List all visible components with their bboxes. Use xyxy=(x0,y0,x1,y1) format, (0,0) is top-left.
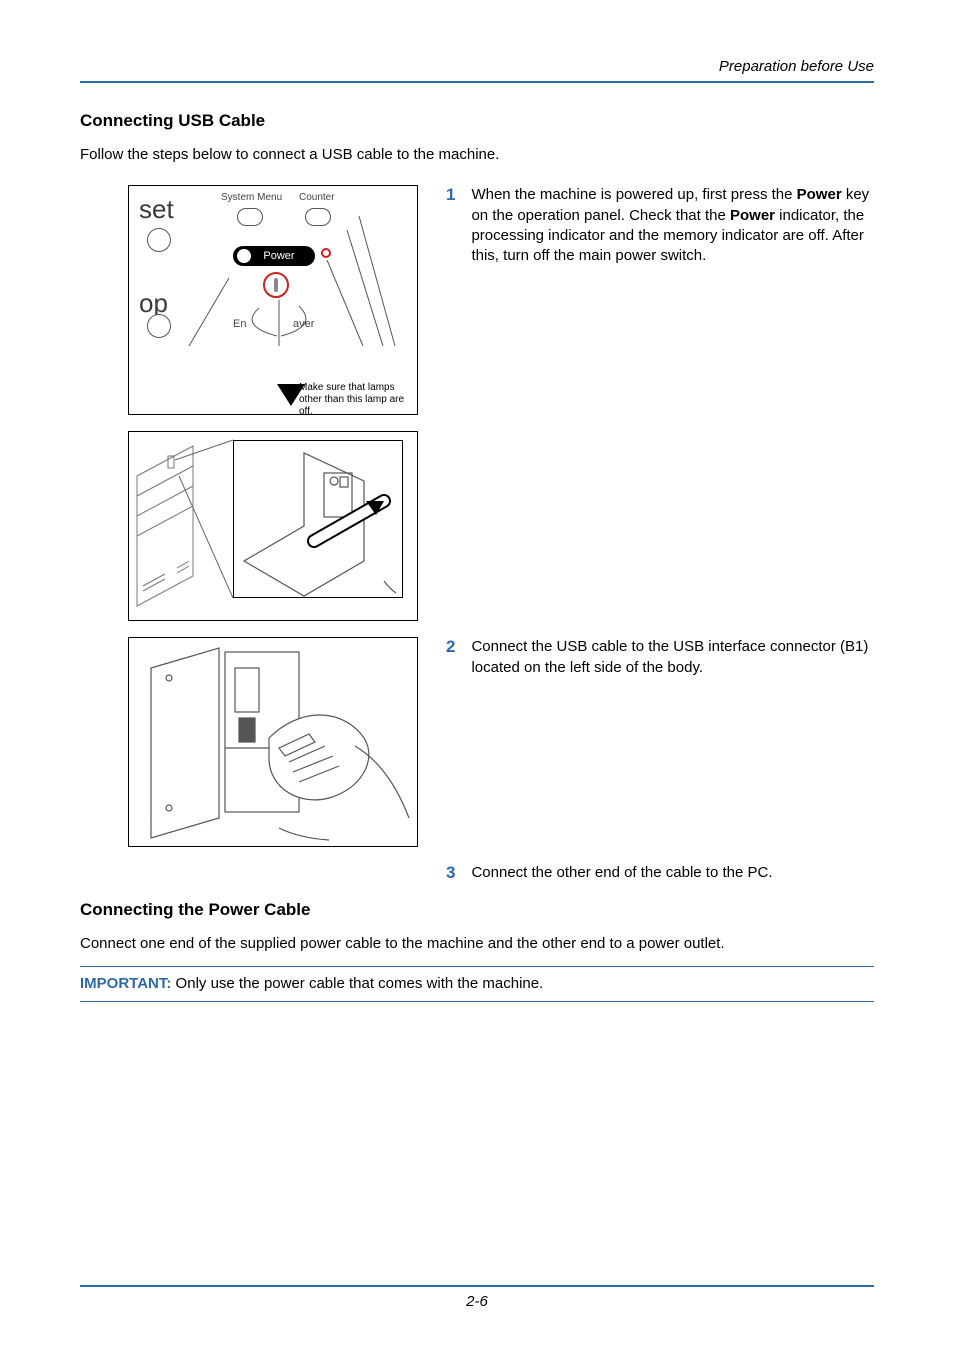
panel-text-aver: aver xyxy=(293,318,314,330)
power-led-icon xyxy=(321,248,331,258)
step-1-row: set op System Menu Counter Power En aver xyxy=(80,185,874,415)
step-3: 3 Connect the other end of the cable to … xyxy=(446,863,874,883)
section-usb-title: Connecting USB Cable xyxy=(80,111,874,131)
step-1-text: When the machine is powered up, first pr… xyxy=(471,185,874,415)
page-footer: 2-6 xyxy=(80,1285,874,1310)
panel-key-icon xyxy=(305,208,331,226)
section-usb-intro: Follow the steps below to connect a USB … xyxy=(80,145,874,165)
step-2-row: 2 Connect the USB cable to the USB inter… xyxy=(80,637,874,847)
header-rule xyxy=(80,81,874,83)
step-1-number: 1 xyxy=(446,185,455,415)
section-power-title: Connecting the Power Cable xyxy=(80,900,874,920)
important-lead: IMPORTANT: xyxy=(80,975,171,992)
usb-connect-illustration-icon xyxy=(129,638,417,846)
figure-usb-connect xyxy=(128,637,418,847)
power-button-icon xyxy=(263,272,289,298)
zoom-leader-lines-icon xyxy=(129,432,417,620)
important-text: Only use the power cable that comes with… xyxy=(171,975,543,992)
figure-panel: set op System Menu Counter Power En aver xyxy=(128,185,418,415)
panel-round-btn-icon xyxy=(147,228,171,252)
important-rule-bottom xyxy=(80,1001,874,1002)
figure-switch-row xyxy=(80,431,874,621)
step-3-number: 3 xyxy=(446,863,455,883)
section-power-intro: Connect one end of the supplied power ca… xyxy=(80,934,874,954)
panel-round-btn-icon xyxy=(147,314,171,338)
panel-text-en: En xyxy=(233,318,246,330)
panel-text-system-menu: System Menu xyxy=(221,192,282,203)
power-label-pill: Power xyxy=(233,246,315,266)
step-2: 2 Connect the USB cable to the USB inter… xyxy=(446,637,874,847)
step-3-text: Connect the other end of the cable to th… xyxy=(471,863,772,883)
panel-key-icon xyxy=(237,208,263,226)
important-rule-top xyxy=(80,966,874,967)
step-2-number: 2 xyxy=(446,637,455,847)
panel-text-set: set xyxy=(139,194,174,225)
panel-text-counter: Counter xyxy=(299,192,335,203)
page-number: 2-6 xyxy=(80,1293,874,1310)
footer-rule xyxy=(80,1285,874,1287)
step-3-row: 3 Connect the other end of the cable to … xyxy=(80,863,874,883)
step-1: 1 When the machine is powered up, first … xyxy=(446,185,874,415)
power-label-text: Power xyxy=(263,250,294,262)
figure-power-switch xyxy=(128,431,418,621)
important-note: IMPORTANT: Only use the power cable that… xyxy=(80,971,874,997)
step-2-text: Connect the USB cable to the USB interfa… xyxy=(471,637,874,847)
panel-callout-text: Make sure that lamps other than this lam… xyxy=(299,382,409,414)
running-header: Preparation before Use xyxy=(80,58,874,75)
